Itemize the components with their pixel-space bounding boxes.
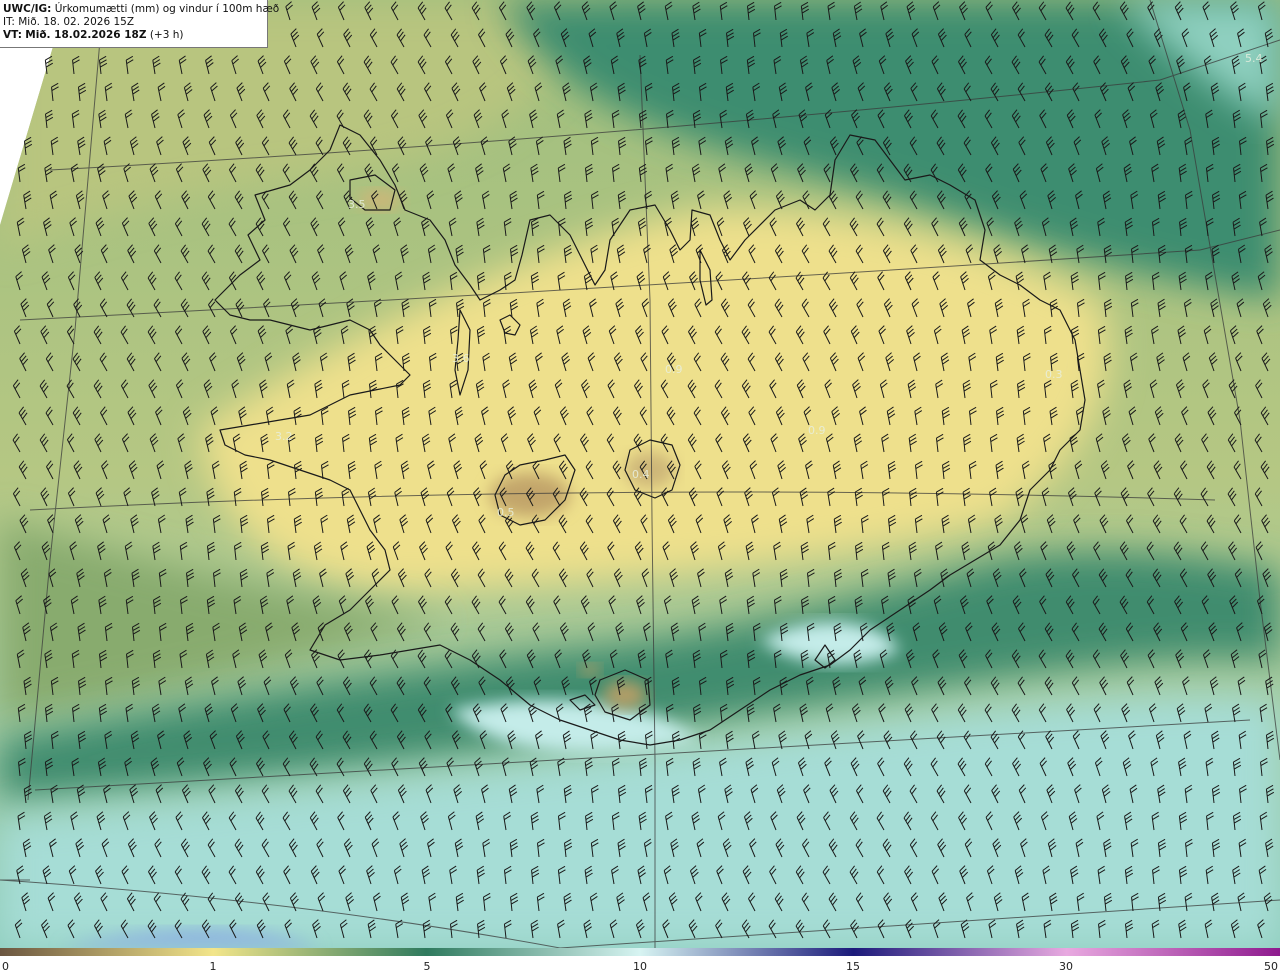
colorbar-tick: 5 bbox=[423, 960, 431, 973]
vt-value: Mið. 18.02.2026 18Z bbox=[25, 29, 147, 41]
map-label-snaefellsnes: 3.2 bbox=[275, 430, 293, 443]
vt-offset: (+3 h) bbox=[149, 29, 184, 41]
valid-time-line: VT: Mið. 18.02.2026 18Z (+3 h) bbox=[3, 29, 267, 42]
map-label-austurland: 0.3 bbox=[1045, 368, 1063, 381]
colorbar-tick: 0 bbox=[2, 960, 9, 973]
map-label-corner: 5.4 bbox=[1245, 52, 1263, 65]
colorbar-tick: 1 bbox=[209, 960, 217, 973]
product-title: Úrkomumætti (mm) og vindur í 100m hæð bbox=[54, 3, 280, 15]
map-label-odadahraun: 0.9 bbox=[808, 424, 826, 437]
map-label-isafjardardjup: 3.6 bbox=[452, 352, 470, 365]
product-title-line: UWC/IG: Úrkomumætti (mm) og vindur í 100… bbox=[3, 3, 279, 16]
colorbar-tick: 50 bbox=[1264, 960, 1278, 973]
map-label-nordurland: 0.9 bbox=[665, 363, 683, 376]
forecast-info-box: UWC/IG: Úrkomumætti (mm) og vindur í 100… bbox=[0, 0, 279, 48]
map-label-vestfirdir: 3.5 bbox=[348, 198, 366, 211]
colorbar-tick: 10 bbox=[633, 960, 647, 973]
it-value: Mið. 18. 02. 2026 15Z bbox=[18, 16, 135, 28]
it-label: IT: bbox=[3, 16, 15, 28]
colorbar-tick-labels: 0 1 5 10 15 30 50 bbox=[0, 960, 1280, 978]
vt-label: VT: bbox=[3, 29, 22, 41]
map-label-hofsjokull: 0.4 bbox=[632, 468, 650, 481]
colorbar-tick: 15 bbox=[846, 960, 860, 973]
forecast-map: 3.5 3.6 3.2 0.5 0.4 0.9 0.9 0.3 5.4 bbox=[0, 0, 1280, 948]
colorbar-tick: 30 bbox=[1059, 960, 1073, 973]
product-code: UWC/IG: bbox=[3, 3, 52, 15]
colorbar bbox=[0, 948, 1280, 956]
initial-time-line: IT: Mið. 18. 02. 2026 15Z bbox=[3, 16, 267, 29]
map-label-langjokull: 0.5 bbox=[497, 506, 515, 519]
